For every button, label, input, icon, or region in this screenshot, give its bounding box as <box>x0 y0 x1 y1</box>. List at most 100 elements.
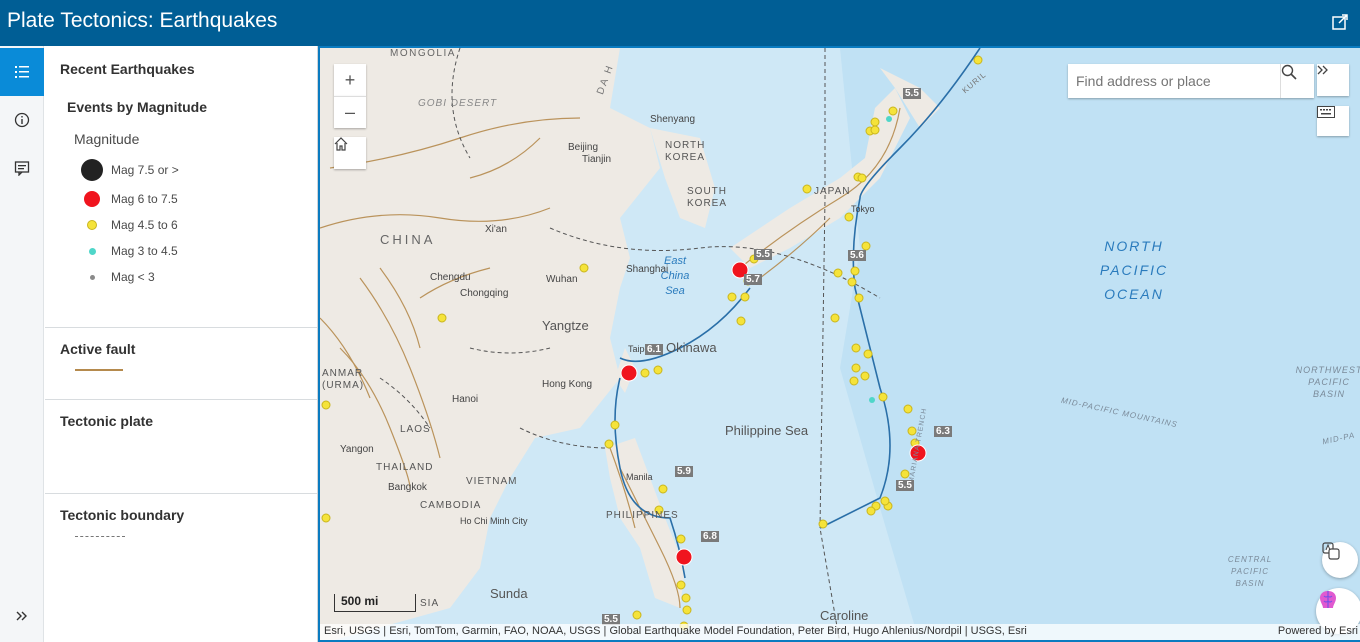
details-button[interactable] <box>0 144 44 192</box>
legend-item-label: Mag 6 to 7.5 <box>111 192 178 206</box>
expand-rail-button[interactable] <box>0 592 44 640</box>
divider <box>45 493 317 494</box>
map-label: Shenyang <box>650 114 696 125</box>
double-chevron-right-icon <box>16 611 27 621</box>
legend-button[interactable] <box>0 48 44 96</box>
plate-layer-title: Tectonic plate <box>60 413 154 429</box>
legend-sublayer-title: Events by Magnitude <box>67 99 208 115</box>
search-widget <box>1068 64 1314 98</box>
map-label: Beijing <box>568 142 599 153</box>
map-label: Ho Chi Minh City <box>460 516 528 526</box>
powered-by-link[interactable]: Powered by Esri <box>1278 625 1358 637</box>
brain-icon <box>1320 591 1336 608</box>
keyboard-icon <box>1317 106 1335 118</box>
map-label: LAOS <box>400 424 431 435</box>
home-button[interactable] <box>334 137 366 169</box>
magnitude-tag: 5.7 <box>744 274 762 285</box>
legend-symbol <box>87 220 97 230</box>
map-label: NORTHWEST PACIFIC BASIN <box>1295 365 1360 399</box>
map-label: Yangon <box>340 444 374 455</box>
map-label: Chengdu <box>430 272 471 283</box>
translate-button[interactable] <box>1322 542 1358 578</box>
map-label: CHINA <box>380 232 436 247</box>
legend-symbol <box>90 275 95 280</box>
search-input[interactable] <box>1068 64 1276 98</box>
keyboard-button[interactable] <box>1317 106 1349 136</box>
map-label: MONGOLIA <box>390 48 456 59</box>
fault-layer-title: Active fault <box>60 341 136 357</box>
map-label: Yangtze <box>542 318 589 333</box>
details-panel-icon <box>14 161 30 176</box>
legend-item: Mag 6 to 7.5 <box>45 187 318 211</box>
map-label: Manila <box>626 472 653 482</box>
attribution-bar: Esri, USGS | Esri, TomTom, Garmin, FAO, … <box>320 624 1360 640</box>
double-chevron-right-icon <box>1317 65 1328 75</box>
map-label: JAPAN <box>814 186 851 197</box>
map-label: SOUTH KOREA <box>687 186 728 209</box>
legend-item: Mag < 3 <box>45 265 318 289</box>
map-label: Tianjin <box>582 154 612 165</box>
map-label: Tokyo <box>851 204 875 214</box>
map-label: NORTH KOREA <box>665 140 706 163</box>
map-label: Hong Kong <box>542 379 593 390</box>
map-label: Chongqing <box>460 288 509 299</box>
zoom-in-button[interactable]: + <box>334 64 366 96</box>
magnitude-tag: 5.5 <box>754 249 772 260</box>
map-label: Sunda <box>490 586 528 601</box>
scale-label: 500 mi <box>341 594 379 608</box>
info-icon <box>14 112 30 128</box>
home-icon <box>334 137 348 151</box>
map-label: Philippine Sea <box>725 423 809 438</box>
map-label: THAILAND <box>376 462 434 473</box>
fault-line-symbol <box>75 369 123 371</box>
legend-list-icon <box>15 66 29 78</box>
translate-icon <box>1322 542 1340 560</box>
zoom-out-button[interactable]: – <box>334 96 366 128</box>
expand-toolbar-button[interactable] <box>1317 64 1349 96</box>
map-view[interactable]: MONGOLIA GOBI DESERT DA H Shenyang Beiji… <box>318 46 1360 642</box>
action-rail <box>0 46 44 642</box>
map-label: VIETNAM <box>466 476 518 487</box>
map-label: SIA <box>420 598 440 609</box>
map-label: Wuhan <box>546 274 578 285</box>
map-label: GOBI DESERT <box>418 98 498 109</box>
legend-item-label: Mag 7.5 or > <box>111 163 179 177</box>
map-label: Xi'an <box>485 224 507 235</box>
legend-item-label: Mag 3 to 4.5 <box>111 244 178 258</box>
minus-icon: – <box>344 102 355 122</box>
attribution-text: Esri, USGS | Esri, TomTom, Garmin, FAO, … <box>324 625 1027 637</box>
map-label: ANMAR (URMA) <box>322 368 365 391</box>
map-label: Caroline <box>820 608 869 623</box>
map-label: Hanoi <box>452 394 479 405</box>
share-icon[interactable] <box>1331 13 1349 31</box>
app-title: Plate Tectonics: Earthquakes <box>7 9 278 32</box>
legend-item: Mag 4.5 to 6 <box>45 213 318 237</box>
search-icon <box>1281 64 1297 80</box>
legend-symbol <box>89 248 96 255</box>
legend-field-label: Magnitude <box>74 131 140 147</box>
map-label: NORTH PACIFIC OCEAN <box>1099 238 1169 302</box>
map-label: CENTRAL PACIFIC BASIN <box>1227 555 1273 588</box>
map-label: East China Sea <box>660 255 690 297</box>
map-label: CAMBODIA <box>420 500 482 511</box>
magnitude-tag: 5.9 <box>675 466 693 477</box>
magnitude-tag: 5.6 <box>848 250 866 261</box>
app-header: Plate Tectonics: Earthquakes <box>0 0 1360 46</box>
map-label: Bangkok <box>388 482 427 493</box>
magnitude-tag: 5.5 <box>896 480 914 491</box>
divider <box>45 327 317 328</box>
scale-bar: 500 mi <box>334 594 416 612</box>
map-label: Okinawa <box>666 340 717 355</box>
legend-item: Mag 3 to 4.5 <box>45 239 318 263</box>
search-button[interactable] <box>1280 64 1314 98</box>
basemap <box>320 48 1360 640</box>
legend-item-label: Mag < 3 <box>111 270 155 284</box>
legend-symbol <box>84 191 100 207</box>
boundary-line-symbol <box>75 536 125 537</box>
about-button[interactable] <box>0 96 44 144</box>
magnitude-tag: 5.5 <box>903 88 921 99</box>
boundary-layer-title: Tectonic boundary <box>60 507 185 523</box>
legend-item-label: Mag 4.5 to 6 <box>111 218 178 232</box>
legend-layer-title: Recent Earthquakes <box>60 61 195 77</box>
magnitude-tag: 6.3 <box>934 426 952 437</box>
